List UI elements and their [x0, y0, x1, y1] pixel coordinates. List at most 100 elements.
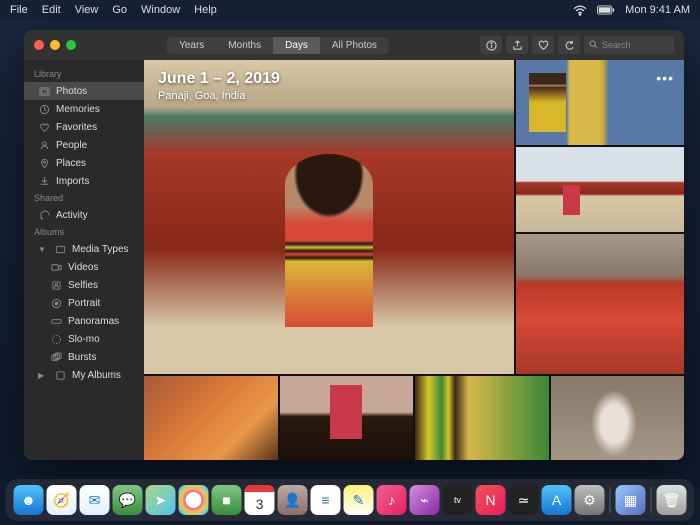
sidebar-item-label: Activity — [56, 210, 88, 221]
search-field[interactable]: Search — [584, 36, 674, 54]
dock-app-appstore[interactable]: A — [542, 485, 572, 515]
dock-app-facetime[interactable]: ■ — [212, 485, 242, 515]
sidebar-item-panoramas[interactable]: Panoramas — [24, 312, 144, 330]
photo-grid: June 1 – 2, 2019 Panaji, Goa, India ••• — [144, 60, 684, 460]
sidebar-item-my-albums[interactable]: ▶ My Albums — [24, 366, 144, 384]
my-albums-icon — [54, 369, 66, 381]
dock-app-podcasts[interactable]: ⌁ — [410, 485, 440, 515]
rotate-button[interactable] — [558, 36, 580, 54]
sidebar-item-label: Panoramas — [68, 316, 119, 327]
search-placeholder: Search — [602, 40, 631, 50]
dock-app-trash[interactable]: 🗑 — [657, 485, 687, 515]
dock-app-notes[interactable]: ✎ — [344, 485, 374, 515]
photo-thumb[interactable] — [516, 234, 684, 374]
menu-window[interactable]: Window — [141, 4, 180, 16]
sidebar-item-selfies[interactable]: Selfies — [24, 276, 144, 294]
sidebar-item-label: Videos — [68, 262, 98, 273]
sidebar-item-videos[interactable]: Videos — [24, 258, 144, 276]
photo-thumb[interactable] — [516, 147, 684, 232]
sidebar-item-people[interactable]: People — [24, 136, 144, 154]
photo-hero[interactable] — [144, 60, 514, 374]
sidebar-header: Albums — [24, 224, 144, 240]
selfies-icon — [50, 279, 62, 291]
status-area: Mon 9:41 AM — [573, 4, 690, 16]
more-icon[interactable]: ••• — [656, 70, 674, 86]
dock-app-screenshot[interactable]: ▦ — [616, 485, 646, 515]
chevron-right-icon[interactable]: ▶ — [38, 371, 48, 380]
sidebar-item-activity[interactable]: Activity — [24, 206, 144, 224]
sidebar-item-favorites[interactable]: Favorites — [24, 118, 144, 136]
sidebar-item-label: Photos — [56, 86, 87, 97]
sidebar-item-slo-mo[interactable]: Slo-mo — [24, 330, 144, 348]
minimize-button[interactable] — [50, 40, 60, 50]
sidebar-item-photos[interactable]: Photos — [24, 82, 144, 100]
sidebar-item-label: Memories — [56, 104, 100, 115]
segment-months[interactable]: Months — [216, 37, 273, 54]
system-menubar: File Edit View Go Window Help Mon 9:41 A… — [0, 0, 700, 20]
dock-app-messages[interactable]: 💬 — [113, 485, 143, 515]
dock-app-settings[interactable]: ⚙︎ — [575, 485, 605, 515]
photo-thumb[interactable] — [280, 376, 414, 460]
sidebar: LibraryPhotosMemoriesFavoritesPeoplePlac… — [24, 60, 144, 460]
segment-days[interactable]: Days — [273, 37, 320, 54]
chevron-down-icon[interactable]: ▼ — [38, 245, 48, 254]
dock-app-safari[interactable]: 🧭 — [47, 485, 77, 515]
sidebar-item-media-types[interactable]: ▼Media Types — [24, 240, 144, 258]
dock-app-news[interactable]: N — [476, 485, 506, 515]
sidebar-item-portrait[interactable]: Portrait — [24, 294, 144, 312]
dock-app-maps[interactable]: ➤ — [146, 485, 176, 515]
sidebar-item-places[interactable]: Places — [24, 154, 144, 172]
videos-icon — [50, 261, 62, 273]
portrait-icon — [50, 297, 62, 309]
sidebar-item-bursts[interactable]: Bursts — [24, 348, 144, 366]
photos-window: Years Months Days All Photos Search Libr… — [24, 30, 684, 460]
dock-separator — [610, 487, 611, 513]
dock-app-finder[interactable]: ☻ — [14, 485, 44, 515]
sidebar-item-label: Favorites — [56, 122, 97, 133]
sidebar-item-memories[interactable]: Memories — [24, 100, 144, 118]
dock-separator — [651, 487, 652, 513]
dock: ☻🧭✉︎💬➤ ■3👤≡✎♪⌁tvN≃A⚙︎ ▦ 🗑 — [6, 479, 695, 521]
dock-app-calendar[interactable]: 3 — [245, 485, 275, 515]
dock-app-contacts[interactable]: 👤 — [278, 485, 308, 515]
dock-app-mail[interactable]: ✉︎ — [80, 485, 110, 515]
info-button[interactable] — [480, 36, 502, 54]
dock-app-photos[interactable] — [179, 485, 209, 515]
menu-items: File Edit View Go Window Help — [10, 4, 217, 16]
segment-years[interactable]: Years — [167, 37, 216, 54]
menu-help[interactable]: Help — [194, 4, 217, 16]
photo-thumb[interactable] — [415, 376, 549, 460]
search-icon — [589, 40, 598, 51]
sidebar-item-label: Bursts — [68, 352, 96, 363]
menu-edit[interactable]: Edit — [42, 4, 61, 16]
dock-app-tv[interactable]: tv — [443, 485, 473, 515]
toolbar-buttons: Search — [480, 36, 674, 54]
bursts-icon — [50, 351, 62, 363]
sidebar-item-label: People — [56, 140, 87, 151]
dock-app-stocks[interactable]: ≃ — [509, 485, 539, 515]
photo-thumb[interactable] — [144, 376, 278, 460]
dock-app-reminders[interactable]: ≡ — [311, 485, 341, 515]
sidebar-header: Shared — [24, 190, 144, 206]
sidebar-item-label: Imports — [56, 176, 89, 187]
panoramas-icon — [50, 315, 62, 327]
photo-thumb[interactable] — [551, 376, 685, 460]
dock-app-music[interactable]: ♪ — [377, 485, 407, 515]
clock[interactable]: Mon 9:41 AM — [625, 4, 690, 16]
wifi-icon[interactable] — [573, 5, 587, 16]
favorite-button[interactable] — [532, 36, 554, 54]
menu-file[interactable]: File — [10, 4, 28, 16]
share-button[interactable] — [506, 36, 528, 54]
close-button[interactable] — [34, 40, 44, 50]
sidebar-item-label: My Albums — [72, 370, 121, 381]
sidebar-item-imports[interactable]: Imports — [24, 172, 144, 190]
menu-go[interactable]: Go — [112, 4, 127, 16]
sidebar-item-label: Places — [56, 158, 86, 169]
menu-view[interactable]: View — [75, 4, 99, 16]
maximize-button[interactable] — [66, 40, 76, 50]
slomo-icon — [50, 333, 62, 345]
sidebar-item-label: Selfies — [68, 280, 98, 291]
segment-all-photos[interactable]: All Photos — [320, 37, 389, 54]
battery-icon[interactable] — [597, 5, 615, 15]
view-segments: Years Months Days All Photos — [167, 37, 389, 54]
